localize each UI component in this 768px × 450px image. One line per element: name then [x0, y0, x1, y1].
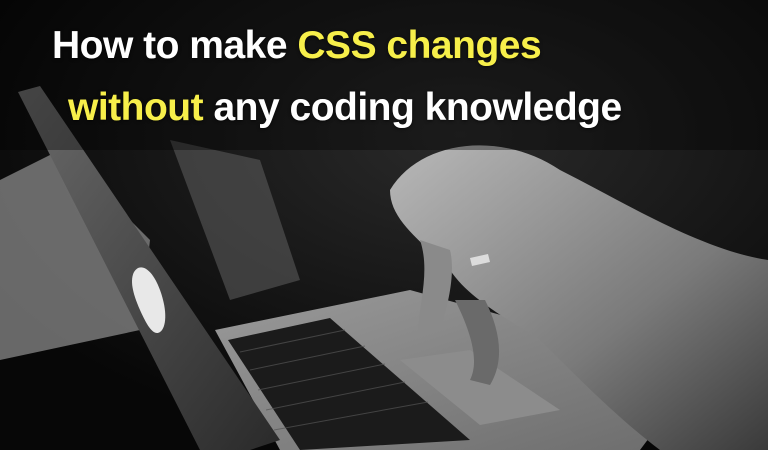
headline-highlight: CSS changes	[297, 24, 542, 67]
headline-text: How to make	[52, 24, 298, 67]
headline-line-1: How to make CSS changes	[52, 24, 542, 68]
headline-highlight: without	[68, 86, 204, 129]
headline-line-2: without any coding knowledge	[68, 86, 622, 130]
headline-text: any coding knowledge	[203, 86, 622, 129]
